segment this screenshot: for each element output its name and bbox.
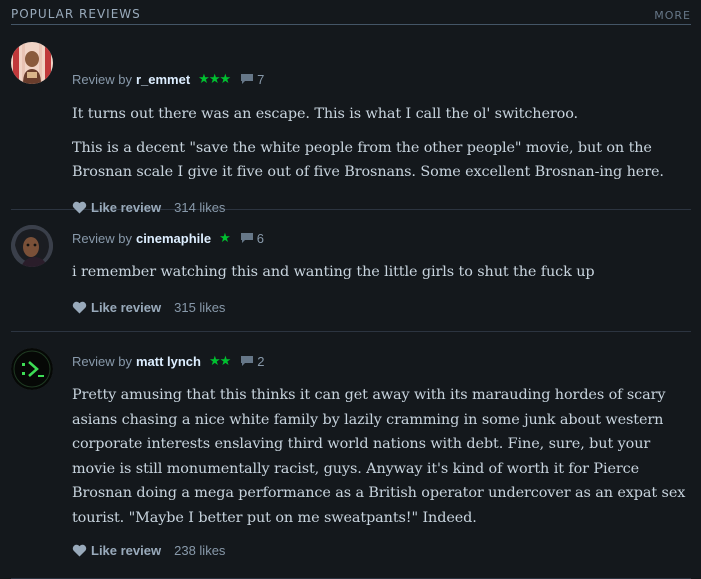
comment-icon	[241, 74, 254, 84]
review-text: Pretty amusing that this thinks it can g…	[72, 383, 691, 530]
like-count[interactable]: 315 likes	[174, 300, 225, 315]
comment-count: 7	[257, 71, 265, 87]
attribution-prefix: Review by	[72, 353, 132, 369]
comment-icon	[241, 356, 254, 366]
author-link[interactable]: r_emmet	[136, 72, 190, 87]
review-attribution: Review by cinemaphile ★ 6	[72, 229, 264, 247]
review-attribution: Review by matt lynch ★★ 2	[72, 352, 265, 370]
comment-count: 2	[257, 353, 265, 369]
like-review-label: Like review	[91, 300, 162, 315]
rating-stars: ★★	[208, 353, 231, 368]
rating-stars: ★★★	[198, 71, 231, 86]
more-link[interactable]: MORE	[654, 9, 691, 24]
comments-link[interactable]: 6	[240, 231, 264, 246]
review-text: It turns out there was an escape. This i…	[72, 102, 691, 185]
avatar[interactable]	[11, 225, 53, 267]
attribution-prefix: Review by	[72, 230, 132, 246]
section-title: POPULAR REVIEWS	[11, 7, 141, 21]
review-text: i remember watching this and wanting the…	[72, 260, 691, 285]
review-paragraph: i remember watching this and wanting the…	[72, 264, 595, 280]
like-count[interactable]: 238 likes	[174, 543, 225, 558]
attribution-prefix: Review by	[72, 71, 132, 87]
review-item: Review by cinemaphile ★ 6 i remember wat…	[11, 210, 691, 332]
heart-icon	[72, 544, 87, 557]
like-review-label: Like review	[91, 543, 162, 558]
heart-icon	[72, 301, 87, 314]
review-item: Review by matt lynch ★★ 2 Pretty amusing…	[11, 332, 691, 579]
review-attribution: Review by r_emmet ★★★ 7	[72, 70, 264, 88]
author-link[interactable]: matt lynch	[136, 354, 201, 369]
rating-stars: ★	[219, 230, 231, 245]
review-item: Review by r_emmet ★★★ 7 It turns out the…	[11, 25, 691, 215]
comments-link[interactable]: 7	[240, 72, 264, 87]
review-paragraph: Pretty amusing that this thinks it can g…	[72, 387, 686, 526]
like-review-button[interactable]: Like review	[72, 543, 161, 558]
review-paragraph: It turns out there was an escape. This i…	[72, 106, 579, 122]
avatar[interactable]	[11, 42, 53, 84]
comments-link[interactable]: 2	[240, 353, 265, 369]
section-header: POPULAR REVIEWS MORE	[11, 0, 691, 25]
author-link[interactable]: cinemaphile	[136, 231, 211, 246]
like-row: Like review 315 likes	[72, 300, 225, 315]
comment-count: 6	[256, 230, 264, 246]
comment-icon	[240, 233, 253, 243]
like-review-button[interactable]: Like review	[72, 300, 161, 315]
avatar[interactable]	[11, 348, 53, 390]
like-row: Like review 238 likes	[72, 543, 225, 558]
review-paragraph: This is a decent "save the white people …	[72, 139, 664, 181]
